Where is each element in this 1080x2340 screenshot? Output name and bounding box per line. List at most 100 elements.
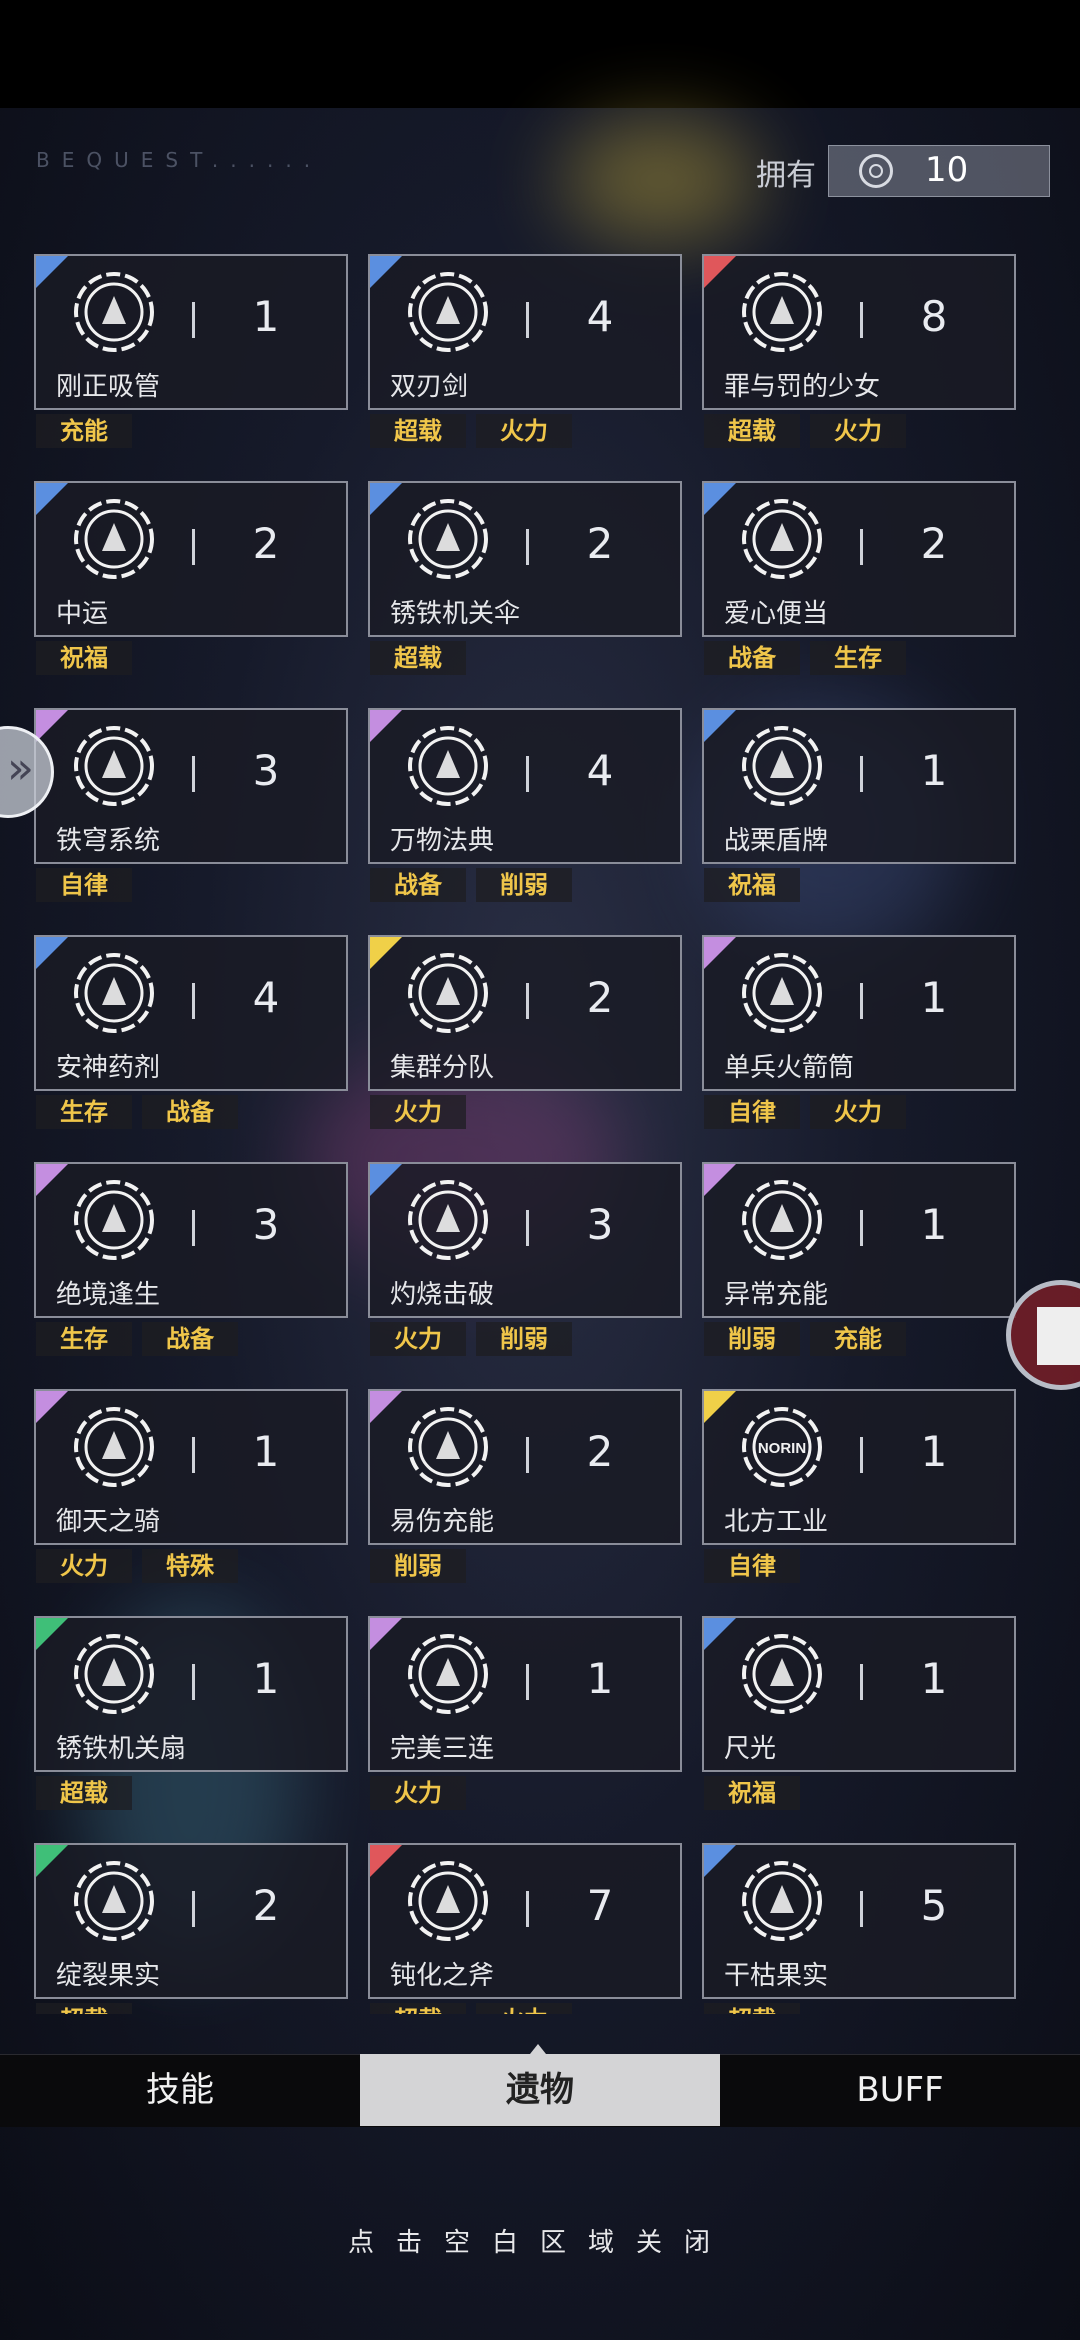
tab-skills[interactable]: 技能 bbox=[0, 2054, 360, 2126]
relic-card[interactable]: 1 御天之骑 bbox=[34, 1389, 348, 1545]
relic-name: 爱心便当 bbox=[724, 599, 829, 629]
girl-icon bbox=[742, 272, 822, 352]
relic-count: 3 bbox=[252, 1200, 280, 1249]
relic-card[interactable]: 1 战栗盾牌 bbox=[702, 708, 1016, 864]
rarity-corner bbox=[704, 1164, 736, 1196]
relic-count: 2 bbox=[252, 1881, 280, 1930]
relic-card[interactable]: 1 完美三连 bbox=[368, 1616, 682, 1772]
count-divider bbox=[192, 1210, 195, 1246]
rarity-corner bbox=[36, 1391, 68, 1423]
rarity-corner bbox=[704, 1391, 736, 1423]
straw-icon bbox=[74, 272, 154, 352]
relic-name: 北方工业 bbox=[724, 1507, 829, 1537]
relic-tag: 削弱 bbox=[370, 1549, 466, 1583]
rarity-corner bbox=[36, 1845, 68, 1877]
active-tab-indicator bbox=[530, 2044, 546, 2054]
relic-tag: 削弱 bbox=[476, 1322, 572, 1356]
relic-card[interactable]: 4 万物法典 bbox=[368, 708, 682, 864]
relic-tag: 火力 bbox=[476, 2003, 572, 2014]
relic-card[interactable]: 2 爱心便当 bbox=[702, 481, 1016, 637]
relic-tag: 祝福 bbox=[36, 641, 132, 675]
close-hint[interactable]: 点击空白区域关闭 bbox=[0, 2222, 1080, 2259]
relic-tag: 充能 bbox=[810, 1322, 906, 1356]
relic-card[interactable]: 3 灼烧击破 bbox=[368, 1162, 682, 1318]
relic-name: 异常充能 bbox=[724, 1280, 829, 1310]
relic-card[interactable]: 3 铁穹系统 bbox=[34, 708, 348, 864]
relic-card[interactable]: 2 中运 bbox=[34, 481, 348, 637]
relic-card[interactable]: 5 干枯果实 bbox=[702, 1843, 1016, 1999]
count-divider bbox=[860, 1210, 863, 1246]
relic-name: 万物法典 bbox=[390, 826, 495, 856]
rarity-corner bbox=[36, 710, 68, 742]
relic-count: 4 bbox=[252, 973, 280, 1022]
count-divider bbox=[192, 1664, 195, 1700]
relic-count: 2 bbox=[586, 519, 614, 568]
relic-tag: 生存 bbox=[36, 1095, 132, 1129]
rarity-corner bbox=[36, 937, 68, 969]
rarity-corner bbox=[370, 937, 402, 969]
relic-card[interactable]: 1 锈铁机关扇 bbox=[34, 1616, 348, 1772]
shield-icon bbox=[742, 726, 822, 806]
relic-card[interactable]: 4 双刃剑 bbox=[368, 254, 682, 410]
relic-card[interactable]: 3 绝境逢生 bbox=[34, 1162, 348, 1318]
relic-card[interactable]: 2 锈铁机关伞 bbox=[368, 481, 682, 637]
tab-buff[interactable]: BUFF bbox=[720, 2054, 1080, 2126]
relic-count: 1 bbox=[920, 1427, 948, 1476]
relic-name: 灼烧击破 bbox=[390, 1280, 495, 1310]
charge-icon bbox=[742, 1180, 822, 1260]
rarity-corner bbox=[704, 483, 736, 515]
relic-count: 2 bbox=[586, 973, 614, 1022]
relic-card[interactable]: 2 集群分队 bbox=[368, 935, 682, 1091]
relic-card[interactable]: 1 异常充能 bbox=[702, 1162, 1016, 1318]
relic-tag: 生存 bbox=[36, 1322, 132, 1356]
relic-name: 战栗盾牌 bbox=[724, 826, 829, 856]
owned-label: 拥有 bbox=[756, 158, 816, 193]
relic-card[interactable]: 4 安神药剂 bbox=[34, 935, 348, 1091]
currency-coin-icon bbox=[859, 154, 893, 188]
relic-card[interactable]: 2 绽裂果实 bbox=[34, 1843, 348, 1999]
relic-card[interactable]: 1 尺光 bbox=[702, 1616, 1016, 1772]
rarity-corner bbox=[370, 1618, 402, 1650]
relic-name: 中运 bbox=[56, 599, 109, 629]
count-divider bbox=[526, 529, 529, 565]
relic-name: 刚正吸管 bbox=[56, 372, 161, 402]
relic-name: 完美三连 bbox=[390, 1734, 495, 1764]
relic-count: 7 bbox=[586, 1881, 614, 1930]
cracked-shield-icon bbox=[408, 1407, 488, 1487]
rarity-corner bbox=[370, 483, 402, 515]
relic-card[interactable]: 2 易伤充能 bbox=[368, 1389, 682, 1545]
fruit-icon bbox=[74, 1861, 154, 1941]
clock-icon bbox=[74, 1407, 154, 1487]
count-divider bbox=[860, 983, 863, 1019]
relic-tag: 自律 bbox=[704, 1095, 800, 1129]
owned-count: 10 bbox=[925, 150, 969, 190]
relic-count: 1 bbox=[920, 746, 948, 795]
relic-card[interactable]: 7 钝化之斧 bbox=[368, 1843, 682, 1999]
relic-card[interactable]: 8 罪与罚的少女 bbox=[702, 254, 1016, 410]
top-black-bar bbox=[0, 0, 1080, 108]
count-divider bbox=[526, 1437, 529, 1473]
relic-card[interactable]: 1 刚正吸管 bbox=[34, 254, 348, 410]
relic-tag: 战备 bbox=[370, 868, 466, 902]
rarity-corner bbox=[704, 256, 736, 288]
count-divider bbox=[526, 756, 529, 792]
relic-name: 双刃剑 bbox=[390, 372, 469, 402]
relic-tag: 超载 bbox=[36, 2003, 132, 2014]
flame-icon bbox=[408, 1180, 488, 1260]
relic-count: 2 bbox=[586, 1427, 614, 1476]
relic-card[interactable]: 1 单兵火箭筒 bbox=[702, 935, 1016, 1091]
relic-tag: 削弱 bbox=[476, 868, 572, 902]
relic-name: 绝境逢生 bbox=[56, 1280, 161, 1310]
relic-tag: 战备 bbox=[142, 1095, 238, 1129]
relic-card[interactable]: NORIN 1 北方工业 bbox=[702, 1389, 1016, 1545]
relic-name: 干枯果实 bbox=[724, 1961, 829, 1991]
relic-name: 罪与罚的少女 bbox=[724, 372, 881, 402]
tab-relics[interactable]: 遗物 bbox=[360, 2054, 720, 2126]
relic-tag: 特殊 bbox=[142, 1549, 238, 1583]
count-divider bbox=[526, 1210, 529, 1246]
tri-blade-icon bbox=[742, 1634, 822, 1714]
relic-count: 2 bbox=[252, 519, 280, 568]
relic-count: 8 bbox=[920, 292, 948, 341]
target-icon bbox=[74, 726, 154, 806]
relic-tag: 祝福 bbox=[704, 868, 800, 902]
